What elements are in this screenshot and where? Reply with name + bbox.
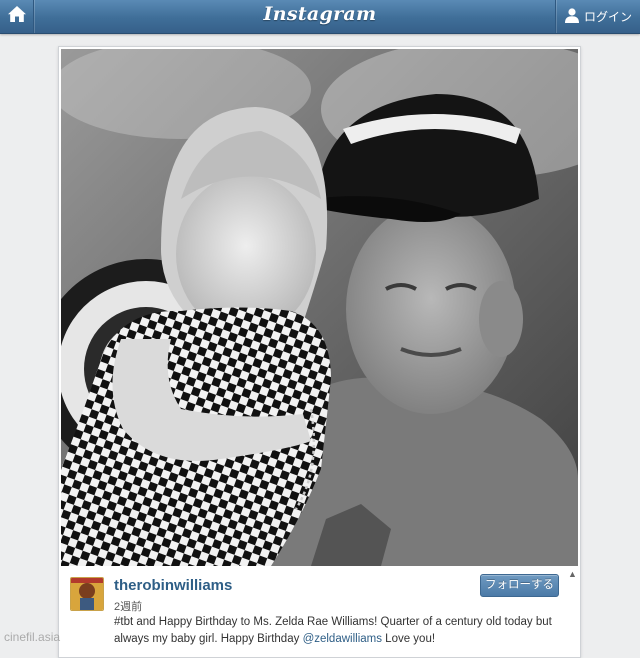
follow-button[interactable]: フォローする bbox=[480, 574, 559, 597]
scroll-up-icon[interactable]: ▲ bbox=[568, 569, 577, 579]
watermark: cinefil.asia bbox=[4, 630, 61, 644]
post-card: therobinwilliams 2週前 フォローする ▲ #tbt and H… bbox=[58, 46, 581, 658]
post-meta: therobinwilliams 2週前 フォローする ▲ #tbt and H… bbox=[59, 568, 580, 657]
caption-mention-link[interactable]: @zeldawilliams bbox=[303, 633, 382, 645]
login-label: ログイン bbox=[583, 10, 632, 24]
post-photo[interactable] bbox=[61, 49, 578, 566]
post-timestamp: 2週前 bbox=[114, 601, 143, 613]
top-navigation-bar: Instagram ログイン bbox=[0, 0, 640, 34]
caption-text-end: Love you! bbox=[381, 633, 436, 645]
user-avatar[interactable] bbox=[70, 577, 104, 611]
post-username[interactable]: therobinwilliams bbox=[114, 577, 232, 594]
user-icon bbox=[564, 7, 580, 26]
instagram-logo[interactable]: Instagram bbox=[0, 3, 640, 25]
login-button[interactable]: ログイン bbox=[555, 0, 640, 33]
post-caption: #tbt and Happy Birthday to Ms. Zelda Rae… bbox=[114, 614, 559, 648]
